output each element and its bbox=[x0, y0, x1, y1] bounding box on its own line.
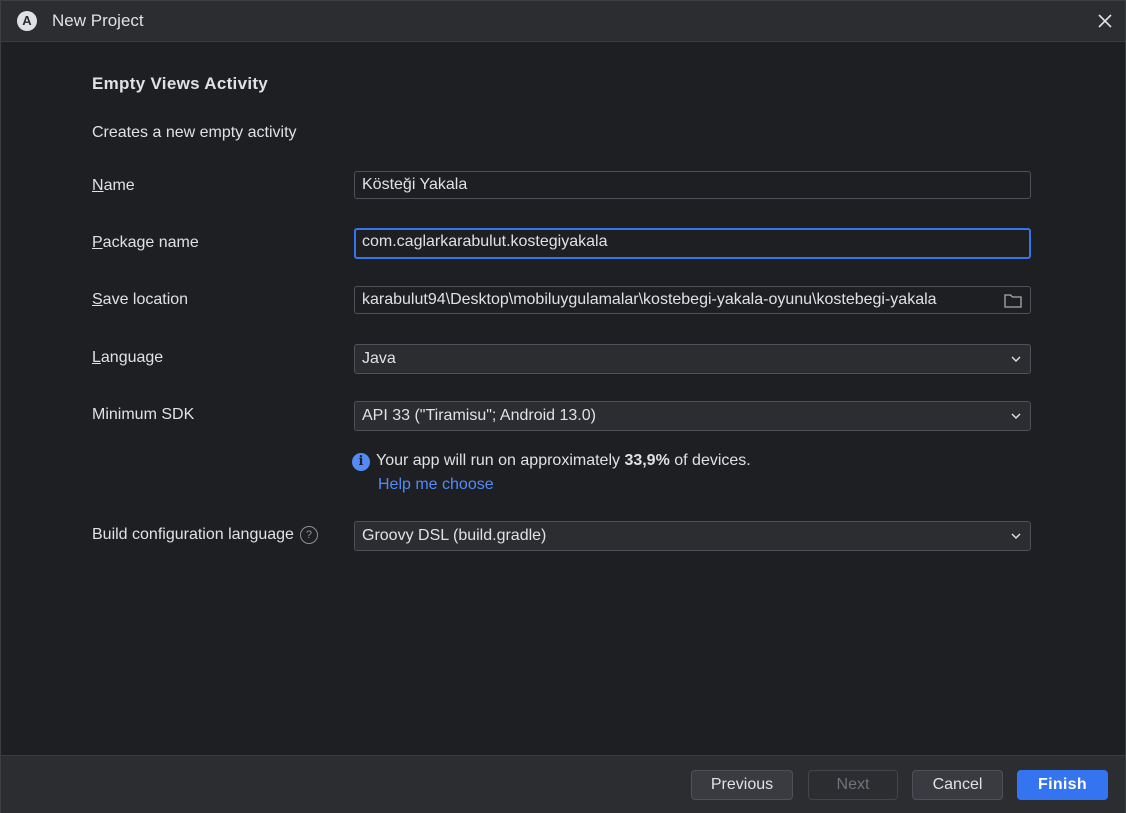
minimum-sdk-value: API 33 ("Tiramisu"; Android 13.0) bbox=[362, 407, 596, 424]
page-heading: Empty Views Activity bbox=[92, 74, 269, 93]
package-name-label-mnemonic: P bbox=[92, 234, 103, 251]
build-config-dropdown[interactable]: Groovy DSL (build.gradle) bbox=[354, 521, 1031, 551]
next-button[interactable]: Next bbox=[808, 770, 898, 800]
previous-button[interactable]: Previous bbox=[691, 770, 793, 800]
page-description: Creates a new empty activity bbox=[92, 124, 297, 141]
save-location-label-rest: ave location bbox=[102, 291, 189, 308]
info-icon: i bbox=[352, 453, 370, 471]
close-button[interactable] bbox=[1095, 11, 1115, 31]
minimum-sdk-dropdown[interactable]: API 33 ("Tiramisu"; Android 13.0) bbox=[354, 401, 1031, 431]
new-project-dialog: A New Project Empty Views Activity Creat… bbox=[0, 0, 1126, 813]
chevron-down-icon bbox=[1011, 533, 1021, 539]
save-location-field[interactable]: karabulut94\Desktop\mobiluygulamalar\kos… bbox=[354, 286, 1031, 314]
help-me-choose-link[interactable]: Help me choose bbox=[378, 476, 494, 494]
window-title: New Project bbox=[52, 11, 144, 30]
save-location-label: Save location bbox=[92, 291, 188, 309]
language-label-mnemonic: L bbox=[92, 349, 101, 366]
name-label: Name bbox=[92, 177, 135, 195]
folder-icon[interactable] bbox=[1004, 293, 1022, 308]
coverage-text-after: of devices. bbox=[669, 452, 751, 469]
chevron-down-icon bbox=[1011, 413, 1021, 419]
save-location-label-mnemonic: S bbox=[92, 291, 103, 308]
name-label-rest: ame bbox=[103, 177, 135, 194]
save-location-value[interactable]: karabulut94\Desktop\mobiluygulamalar\kos… bbox=[362, 291, 937, 308]
build-config-value: Groovy DSL (build.gradle) bbox=[362, 527, 547, 544]
chevron-down-icon bbox=[1011, 356, 1021, 362]
package-name-label: Package name bbox=[92, 234, 199, 252]
finish-button[interactable]: Finish bbox=[1017, 770, 1108, 800]
language-label-rest: anguage bbox=[100, 349, 164, 366]
minimum-sdk-label: Minimum SDK bbox=[92, 406, 195, 423]
help-icon[interactable]: ? bbox=[299, 526, 318, 544]
dialog-content: Empty Views Activity Creates a new empty… bbox=[1, 42, 1125, 755]
package-name-field[interactable]: com.caglarkarabulut.kostegiyakala bbox=[354, 228, 1031, 259]
name-label-mnemonic: N bbox=[92, 177, 104, 194]
package-name-label-rest: ackage name bbox=[102, 234, 199, 251]
language-dropdown[interactable]: Java bbox=[354, 344, 1031, 374]
android-studio-icon: A bbox=[17, 11, 37, 31]
coverage-text-before: Your app will run on approximately bbox=[376, 452, 625, 469]
language-value: Java bbox=[362, 350, 396, 367]
cancel-button[interactable]: Cancel bbox=[912, 770, 1003, 800]
language-label: Language bbox=[92, 349, 163, 367]
dialog-footer: Previous Next Cancel Finish bbox=[1, 755, 1125, 813]
title-bar: A New Project bbox=[1, 1, 1125, 42]
build-config-label-text: Build configuration language bbox=[92, 526, 294, 543]
device-coverage-text: Your app will run on approximately 33,9%… bbox=[376, 452, 751, 470]
name-field[interactable]: Kösteği Yakala bbox=[354, 171, 1031, 199]
build-config-label: Build configuration language? bbox=[92, 526, 318, 544]
close-icon bbox=[1098, 14, 1112, 28]
coverage-percent: 33,9% bbox=[624, 452, 670, 469]
